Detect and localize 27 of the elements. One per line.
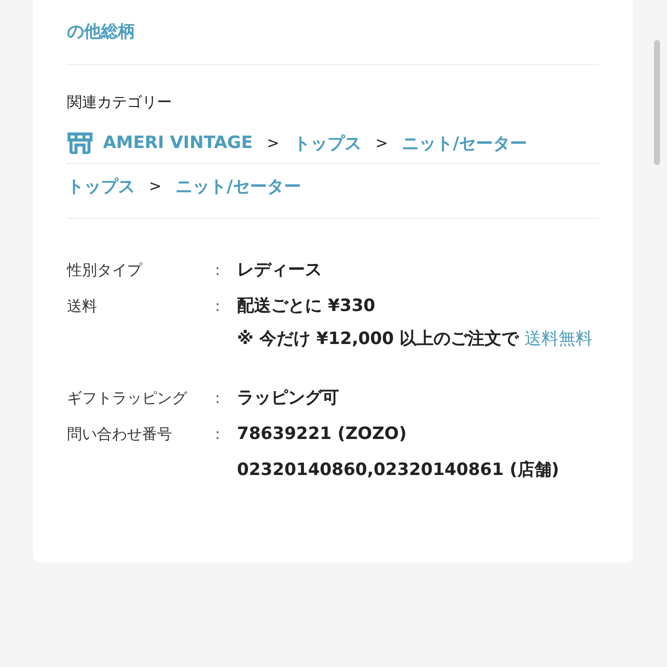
colon-separator: : — [215, 296, 222, 317]
spec-value: 02320140860,02320140861 (店舗) — [237, 459, 560, 482]
breadcrumb-separator: > — [375, 134, 388, 152]
section-heading: 関連カテゴリー — [67, 92, 173, 113]
spec-label: 問い合わせ番号 — [67, 424, 173, 445]
spec-label: 送料 — [67, 296, 98, 317]
category-link[interactable]: トップス — [293, 132, 362, 154]
colon-separator: : — [215, 424, 222, 445]
spec-value: レディース — [237, 259, 323, 282]
spec-label: ギフトラッピング — [67, 388, 188, 409]
free-shipping-link[interactable]: 送料無料 — [524, 329, 593, 349]
spec-label: 性別タイプ — [67, 260, 144, 281]
colon-separator: : — [215, 260, 222, 281]
category-link[interactable]: ニット/セーター — [402, 132, 528, 154]
spec-value: 配送ごとに ¥330 — [237, 295, 376, 318]
spec-value: ラッピング可 — [237, 387, 340, 410]
category-link[interactable]: ニット/セーター — [176, 174, 301, 198]
breadcrumb-separator: > — [149, 177, 162, 195]
category-link[interactable]: トップス — [67, 174, 135, 198]
scrollbar[interactable] — [654, 40, 660, 165]
colon-separator: : — [215, 388, 222, 409]
spec-value: 78639221 (ZOZO) — [237, 423, 408, 446]
breadcrumb-separator: > — [266, 134, 280, 152]
brand-link[interactable]: AMERI VINTAGE — [67, 132, 253, 154]
store-icon — [67, 132, 93, 154]
shipping-note: ※ 今だけ ¥12,000 以上のご注文で 送料無料 — [237, 328, 594, 351]
pattern-link[interactable]: の他総柄 — [67, 22, 135, 42]
